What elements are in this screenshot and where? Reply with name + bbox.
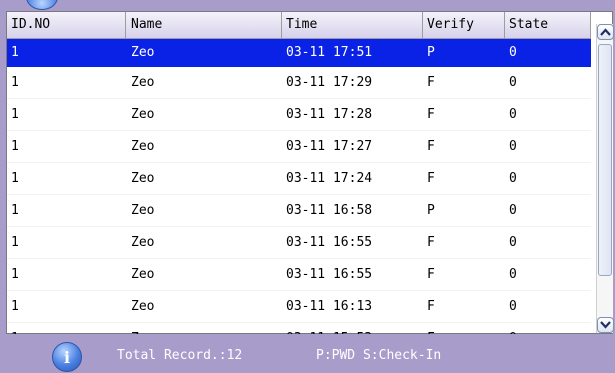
cell-verify: P <box>427 203 435 218</box>
cell-state: 0 <box>509 171 517 186</box>
cell-state: 0 <box>509 107 517 122</box>
scroll-up-button[interactable] <box>597 24 614 40</box>
cell-name: Zeo <box>131 235 155 250</box>
cell-verify: F <box>427 75 435 90</box>
cell-id: 1 <box>11 203 19 218</box>
cell-name: Zeo <box>131 299 155 314</box>
cell-verify: F <box>427 267 435 282</box>
cell-state: 0 <box>509 299 517 314</box>
globe-icon <box>26 0 58 10</box>
cell-id: 1 <box>11 267 19 282</box>
scrollbar-thumb[interactable] <box>598 44 612 276</box>
table-header: ID.NO Name Time Verify State <box>7 12 591 39</box>
cell-state: 0 <box>509 267 517 282</box>
cell-time: 03-11 16:55 <box>286 235 373 250</box>
cell-name: Zeo <box>131 75 155 90</box>
vertical-scrollbar[interactable] <box>596 24 614 333</box>
record-grid: ID.NO Name Time Verify State 1 Zeo 03-11 1… <box>7 12 591 355</box>
chevron-down-icon <box>600 321 611 329</box>
cell-time: 03-11 17:28 <box>286 107 373 122</box>
cell-state: 0 <box>509 203 517 218</box>
column-header-state[interactable]: State <box>505 12 591 38</box>
cell-time: 03-11 17:51 <box>286 45 373 60</box>
column-header-time[interactable]: Time <box>282 12 423 38</box>
cell-id: 1 <box>11 171 19 186</box>
cell-name: Zeo <box>131 139 155 154</box>
cell-state: 0 <box>509 75 517 90</box>
total-record-count: Total Record.:12 <box>117 348 243 363</box>
top-strip <box>0 0 615 11</box>
cell-time: 03-11 16:13 <box>286 299 373 314</box>
scroll-down-button[interactable] <box>597 317 614 333</box>
cell-name: Zeo <box>131 171 155 186</box>
table-row[interactable]: 1 Zeo 03-11 17:51 P 0 <box>7 39 591 67</box>
cell-state: 0 <box>509 235 517 250</box>
cell-name: Zeo <box>131 203 155 218</box>
table-row[interactable]: 1 Zeo 03-11 17:27 F 0 <box>7 131 591 163</box>
table-body: 1 Zeo 03-11 17:51 P 0 1 Zeo 03-11 17:29 F 0 1 Zeo 03… <box>7 39 591 355</box>
cell-verify: F <box>427 107 435 122</box>
cell-name: Zeo <box>131 45 155 60</box>
cell-id: 1 <box>11 235 19 250</box>
table-row[interactable]: 1 Zeo 03-11 16:58 P 0 <box>7 195 591 227</box>
table-row[interactable]: 1 Zeo 03-11 17:24 F 0 <box>7 163 591 195</box>
cell-name: Zeo <box>131 107 155 122</box>
cell-time: 03-11 17:29 <box>286 75 373 90</box>
table-row[interactable]: 1 Zeo 03-11 17:29 F 0 <box>7 67 591 99</box>
cell-id: 1 <box>11 107 19 122</box>
info-icon: i <box>52 342 82 372</box>
info-glyph: i <box>63 348 71 367</box>
cell-id: 1 <box>11 75 19 90</box>
status-footer: i Total Record.:12 P:PWD S:Check-In <box>0 334 615 372</box>
table-row[interactable]: 1 Zeo 03-11 16:13 F 0 <box>7 291 591 323</box>
cell-time: 03-11 16:58 <box>286 203 373 218</box>
cell-time: 03-11 17:27 <box>286 139 373 154</box>
cell-state: 0 <box>509 139 517 154</box>
cell-verify: F <box>427 139 435 154</box>
cell-verify: P <box>427 45 435 60</box>
table-row[interactable]: 1 Zeo 03-11 16:55 F 0 <box>7 227 591 259</box>
cell-id: 1 <box>11 45 19 60</box>
column-header-id[interactable]: ID.NO <box>7 12 126 38</box>
cell-verify: F <box>427 171 435 186</box>
table-row[interactable]: 1 Zeo 03-11 16:55 F 0 <box>7 259 591 291</box>
cell-id: 1 <box>11 139 19 154</box>
cell-verify: F <box>427 235 435 250</box>
table-row[interactable]: 1 Zeo 03-11 17:28 F 0 <box>7 99 591 131</box>
chevron-up-icon <box>600 28 611 36</box>
column-header-verify[interactable]: Verify <box>423 12 505 38</box>
attendance-record-table: ID.NO Name Time Verify State 1 Zeo 03-11 1… <box>6 11 614 355</box>
cell-name: Zeo <box>131 267 155 282</box>
column-header-name[interactable]: Name <box>126 12 282 38</box>
cell-time: 03-11 16:55 <box>286 267 373 282</box>
cell-state: 0 <box>509 45 517 60</box>
cell-id: 1 <box>11 299 19 314</box>
cell-time: 03-11 17:24 <box>286 171 373 186</box>
verify-legend: P:PWD S:Check-In <box>316 348 442 363</box>
cell-verify: F <box>427 299 435 314</box>
